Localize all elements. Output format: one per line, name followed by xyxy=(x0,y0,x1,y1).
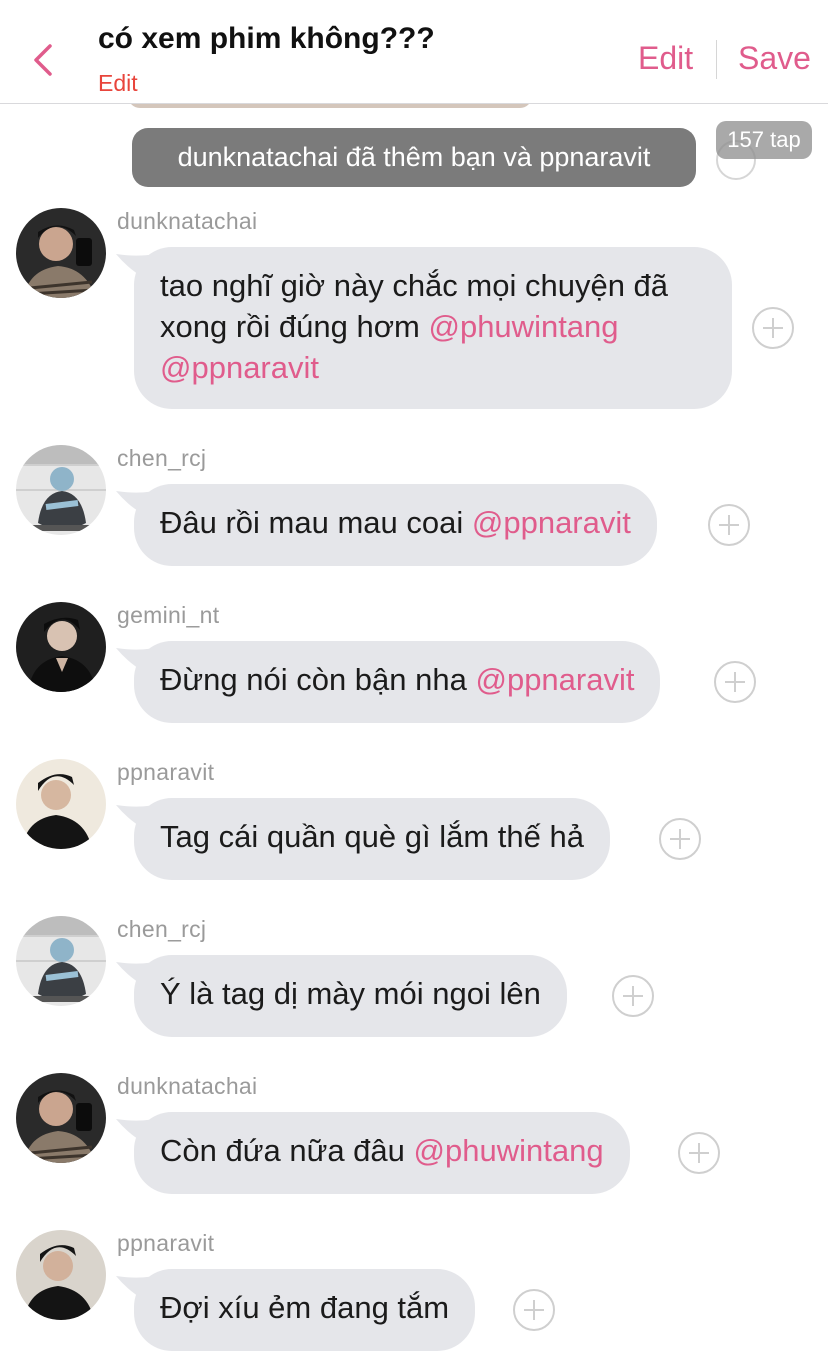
username: dunknatachai xyxy=(117,208,258,234)
username: gemini_nt xyxy=(117,602,220,628)
chat-header: có xem phim không??? Edit Edit Save xyxy=(0,0,828,104)
username: dunknatachai xyxy=(117,1073,258,1099)
avatar[interactable] xyxy=(16,445,106,535)
message-bubble[interactable]: Còn đứa nữa đâu @phuwintang xyxy=(134,1112,630,1194)
message-bubble[interactable]: Ý là tag dị mày mói ngoi lên xyxy=(134,955,567,1037)
avatar[interactable] xyxy=(16,602,106,692)
message-bubble[interactable]: tao nghĩ giờ này chắc mọi chuyện đã xong… xyxy=(134,247,732,409)
avatar[interactable] xyxy=(16,208,106,298)
mention-link[interactable]: @ppnaravit xyxy=(475,662,634,697)
message-text: Tag cái quần què gì lắm thế hả xyxy=(160,819,584,854)
avatar[interactable] xyxy=(16,1073,106,1163)
edit-button[interactable]: Edit xyxy=(638,40,693,77)
message-text: Đâu rồi mau mau coai xyxy=(160,505,472,540)
avatar[interactable] xyxy=(16,759,106,849)
username: ppnaravit xyxy=(117,759,215,785)
username: ppnaravit xyxy=(117,1230,215,1256)
message-text: Còn đứa nữa đâu xyxy=(160,1133,414,1168)
header-divider xyxy=(716,40,717,79)
add-reaction-button[interactable] xyxy=(678,1132,720,1174)
message-bubble[interactable]: Đợi xíu ẻm đang tắm xyxy=(134,1269,476,1351)
add-reaction-button[interactable] xyxy=(612,975,654,1017)
subtitle-edit-link[interactable]: Edit xyxy=(98,70,138,97)
message-text: Ý là tag dị mày mói ngoi lên xyxy=(160,976,541,1011)
add-reaction-button[interactable] xyxy=(708,504,750,546)
avatar[interactable] xyxy=(16,916,106,1006)
message-bubble[interactable]: Đừng nói còn bận nha @ppnaravit xyxy=(134,641,661,723)
message-bubble[interactable]: Tag cái quần què gì lắm thế hả xyxy=(134,798,610,880)
add-reaction-button[interactable] xyxy=(659,818,701,860)
mention-link[interactable]: @ppnaravit xyxy=(472,505,631,540)
tap-count-badge: 157 tap xyxy=(716,121,812,159)
save-button[interactable]: Save xyxy=(738,40,811,77)
chevron-left-icon[interactable] xyxy=(30,40,60,80)
username: chen_rcj xyxy=(117,916,207,942)
username: chen_rcj xyxy=(117,445,207,471)
avatar[interactable] xyxy=(16,1230,106,1320)
add-reaction-button[interactable] xyxy=(513,1289,555,1331)
chat-title: có xem phim không??? xyxy=(98,22,435,55)
system-message: dunknatachai đã thêm bạn và ppnaravit xyxy=(132,128,696,187)
message-text: Đừng nói còn bận nha xyxy=(160,662,476,697)
add-reaction-button[interactable] xyxy=(714,661,756,703)
add-reaction-button[interactable] xyxy=(752,307,794,349)
message-bubble[interactable]: Đâu rồi mau mau coai @ppnaravit xyxy=(134,484,657,566)
message-text: Đợi xíu ẻm đang tắm xyxy=(160,1290,450,1325)
mention-link[interactable]: @phuwintang xyxy=(414,1133,604,1168)
